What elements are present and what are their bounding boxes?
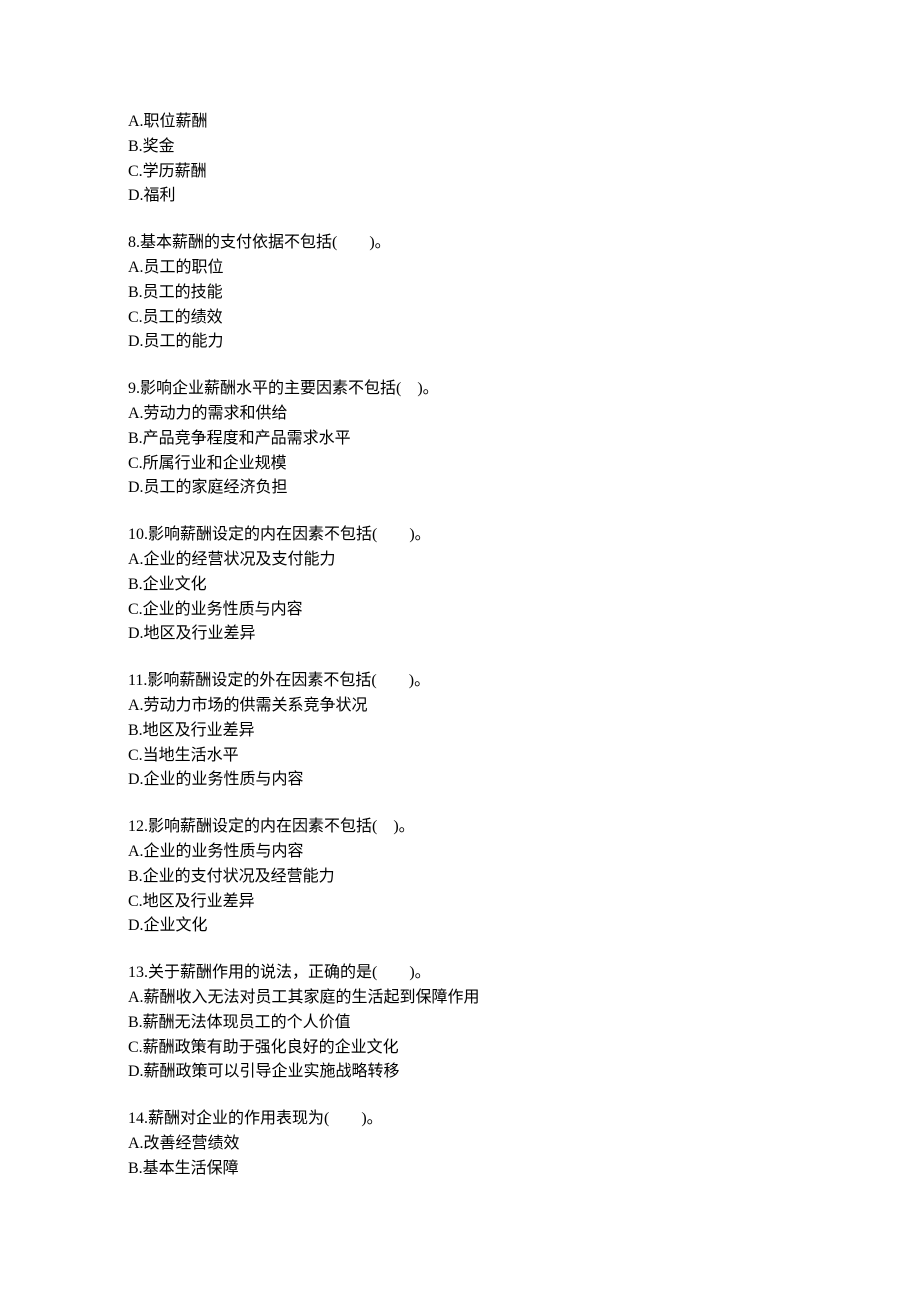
option-line: D.薪酬政策可以引导企业实施战略转移	[128, 1060, 792, 1085]
option-line: A.企业的经营状况及支付能力	[128, 548, 792, 573]
option-line: D.员工的能力	[128, 330, 792, 355]
option-line: C.企业的业务性质与内容	[128, 598, 792, 623]
question-8: 8.基本薪酬的支付依据不包括( )。 A.员工的职位 B.员工的技能 C.员工的…	[128, 231, 792, 355]
option-line: D.福利	[128, 184, 792, 209]
option-line: C.地区及行业差异	[128, 890, 792, 915]
option-line: A.企业的业务性质与内容	[128, 840, 792, 865]
option-line: D.企业的业务性质与内容	[128, 768, 792, 793]
question-10: 10.影响薪酬设定的内在因素不包括( )。 A.企业的经营状况及支付能力 B.企…	[128, 523, 792, 647]
question-12: 12.影响薪酬设定的内在因素不包括( )。 A.企业的业务性质与内容 B.企业的…	[128, 815, 792, 939]
option-line: A.职位薪酬	[128, 110, 792, 135]
option-line: C.当地生活水平	[128, 744, 792, 769]
option-line: B.奖金	[128, 135, 792, 160]
exam-page: A.职位薪酬 B.奖金 C.学历薪酬 D.福利 8.基本薪酬的支付依据不包括( …	[0, 0, 920, 1271]
option-line: A.劳动力的需求和供给	[128, 402, 792, 427]
option-line: B.基本生活保障	[128, 1157, 792, 1182]
question-stem: 10.影响薪酬设定的内在因素不包括( )。	[128, 523, 792, 548]
question-stem: 11.影响薪酬设定的外在因素不包括( )。	[128, 669, 792, 694]
option-line: A.改善经营绩效	[128, 1132, 792, 1157]
option-line: D.地区及行业差异	[128, 622, 792, 647]
question-9: 9.影响企业薪酬水平的主要因素不包括( )。 A.劳动力的需求和供给 B.产品竞…	[128, 377, 792, 501]
option-line: C.薪酬政策有助于强化良好的企业文化	[128, 1036, 792, 1061]
question-14: 14.薪酬对企业的作用表现为( )。 A.改善经营绩效 B.基本生活保障	[128, 1107, 792, 1181]
option-line: D.员工的家庭经济负担	[128, 476, 792, 501]
option-line: B.企业的支付状况及经营能力	[128, 865, 792, 890]
option-line: B.员工的技能	[128, 281, 792, 306]
option-line: B.企业文化	[128, 573, 792, 598]
option-line: B.地区及行业差异	[128, 719, 792, 744]
option-line: D.企业文化	[128, 914, 792, 939]
option-line: A.员工的职位	[128, 256, 792, 281]
option-line: A.劳动力市场的供需关系竞争状况	[128, 694, 792, 719]
question-13: 13.关于薪酬作用的说法，正确的是( )。 A.薪酬收入无法对员工其家庭的生活起…	[128, 961, 792, 1085]
question-11: 11.影响薪酬设定的外在因素不包括( )。 A.劳动力市场的供需关系竞争状况 B…	[128, 669, 792, 793]
question-stem: 8.基本薪酬的支付依据不包括( )。	[128, 231, 792, 256]
option-line: B.产品竞争程度和产品需求水平	[128, 427, 792, 452]
option-line: C.学历薪酬	[128, 160, 792, 185]
option-line: C.员工的绩效	[128, 306, 792, 331]
option-line: B.薪酬无法体现员工的个人价值	[128, 1011, 792, 1036]
orphan-options: A.职位薪酬 B.奖金 C.学历薪酬 D.福利	[128, 110, 792, 209]
option-line: C.所属行业和企业规模	[128, 452, 792, 477]
option-line: A.薪酬收入无法对员工其家庭的生活起到保障作用	[128, 986, 792, 1011]
question-stem: 14.薪酬对企业的作用表现为( )。	[128, 1107, 792, 1132]
question-stem: 13.关于薪酬作用的说法，正确的是( )。	[128, 961, 792, 986]
question-stem: 12.影响薪酬设定的内在因素不包括( )。	[128, 815, 792, 840]
question-stem: 9.影响企业薪酬水平的主要因素不包括( )。	[128, 377, 792, 402]
